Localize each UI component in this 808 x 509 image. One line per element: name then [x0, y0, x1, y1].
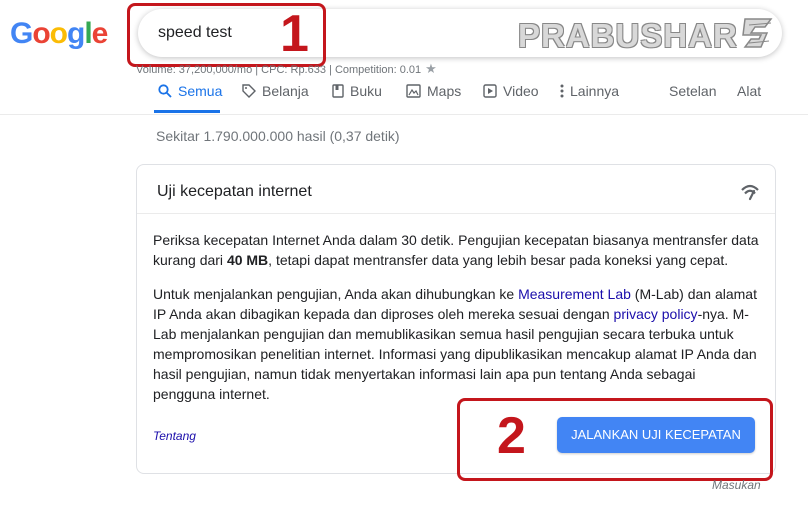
tab-label: Maps — [427, 83, 462, 99]
watermark-text: PRABUSHAR — [518, 17, 738, 54]
settings-link[interactable]: Setelan — [669, 83, 716, 99]
privacy-policy-link[interactable]: privacy policy — [614, 306, 698, 322]
description-paragraph-2: Untuk menjalankan pengujian, Anda akan d… — [153, 284, 761, 404]
feedback-link[interactable]: Masukan — [712, 478, 761, 492]
watermark-logo-icon — [742, 18, 773, 48]
card-title: Uji kecepatan internet — [157, 183, 312, 200]
keyword-stats-text: Volume: 37,200,000/mo | CPC: Rp.633 | Co… — [136, 64, 422, 76]
logo-letter: l — [84, 17, 92, 50]
annotation-number-2: 2 — [497, 407, 526, 465]
p2-text-a: Untuk menjalankan pengujian, Anda akan d… — [153, 286, 519, 302]
tab-buku[interactable]: Buku — [332, 83, 382, 99]
p1-text-b: , tetapi dapat mentransfer data yang leb… — [268, 252, 729, 268]
tab-label: Buku — [350, 83, 382, 99]
star-icon[interactable]: ★ — [425, 61, 437, 76]
play-icon — [483, 84, 497, 98]
card-divider — [137, 213, 775, 214]
result-stats: Sekitar 1.790.000.000 hasil (0,37 detik) — [156, 128, 400, 144]
tab-label: Video — [503, 83, 539, 99]
tab-belanja[interactable]: Belanja — [242, 83, 309, 99]
more-vert-icon — [560, 84, 564, 98]
logo-letter: g — [67, 17, 85, 50]
measurement-lab-link[interactable]: Measurement Lab — [518, 286, 631, 302]
tab-video[interactable]: Video — [483, 83, 539, 99]
tab-semua[interactable]: Semua — [158, 83, 222, 99]
google-logo[interactable]: Google — [10, 17, 109, 51]
logo-letter: o — [49, 17, 68, 50]
map-icon — [406, 84, 421, 98]
logo-letter: o — [32, 17, 50, 50]
active-tab-indicator — [154, 110, 220, 113]
p1-bold: 40 MB — [226, 252, 269, 268]
search-tabs: Semua Belanja Buku Maps Video Lainnya Se… — [0, 78, 808, 115]
logo-letter: e — [91, 17, 109, 50]
tab-label: Semua — [178, 83, 223, 99]
tab-lainnya[interactable]: Lainnya — [560, 83, 619, 99]
tag-icon — [242, 84, 256, 98]
annotation-number-1: 1 — [280, 5, 309, 63]
keyword-stats: Volume: 37,200,000/mo | CPC: Rp.633 | Co… — [136, 61, 437, 77]
search-icon — [158, 84, 172, 98]
wifi-speed-icon — [741, 184, 759, 201]
about-link[interactable]: Tentang — [153, 429, 196, 443]
description-paragraph-1: Periksa kecepatan Internet Anda dalam 30… — [153, 230, 761, 270]
tools-link[interactable]: Alat — [737, 83, 761, 99]
tab-label: Belanja — [262, 83, 309, 99]
logo-letter: G — [10, 17, 33, 50]
tab-maps[interactable]: Maps — [406, 83, 461, 99]
tab-label: Lainnya — [570, 83, 620, 99]
book-icon — [332, 84, 344, 98]
